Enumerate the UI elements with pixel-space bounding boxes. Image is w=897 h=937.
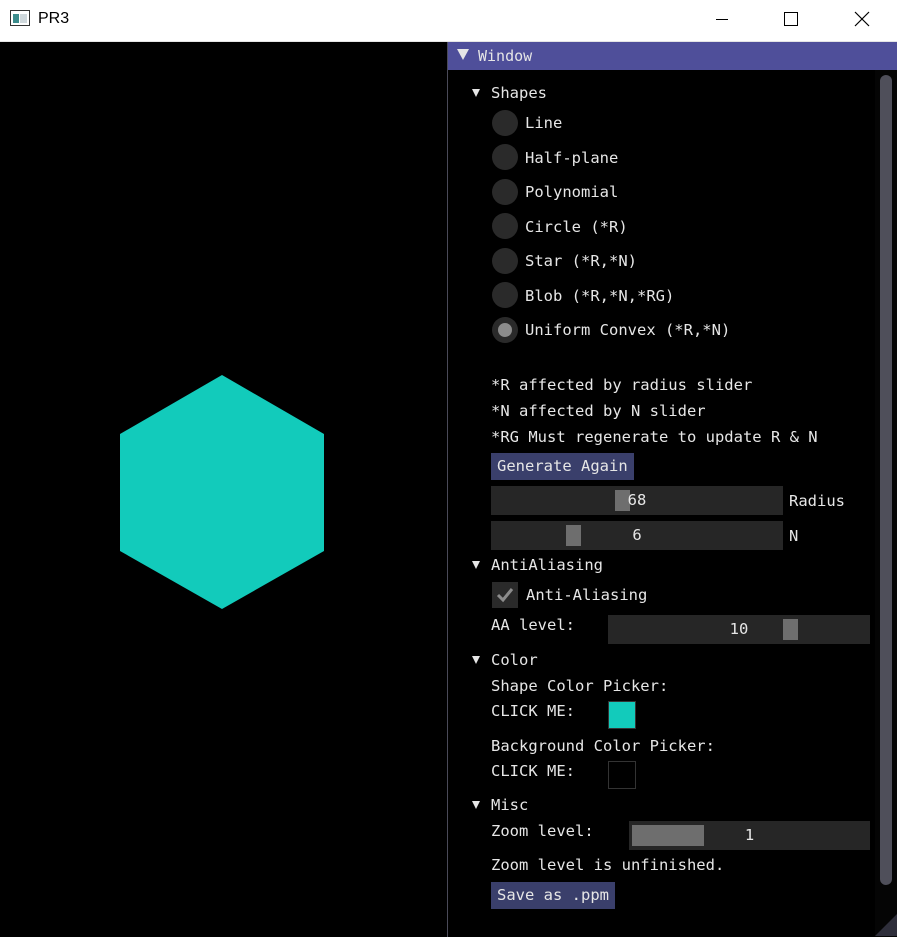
- shapes-header[interactable]: Shapes: [491, 83, 547, 103]
- n-slider-value: 6: [632, 526, 642, 544]
- aa-level-slider[interactable]: 10: [608, 615, 870, 644]
- render-viewport: [0, 42, 447, 937]
- background-color-swatch[interactable]: [608, 761, 636, 789]
- shape-color-swatch[interactable]: [608, 701, 636, 729]
- imgui-window-title-bar[interactable]: Window: [448, 42, 897, 70]
- antialiasing-checkbox-label: Anti-Aliasing: [526, 586, 648, 604]
- misc-collapse-icon[interactable]: [472, 801, 480, 809]
- radio-label-line: Line: [525, 114, 563, 132]
- generate-again-button[interactable]: Generate Again: [491, 453, 634, 480]
- radio-label-star: Star (*R,*N): [525, 252, 637, 270]
- title-bar: PR3: [0, 0, 897, 42]
- note-n: *N affected by N slider: [491, 402, 706, 420]
- imgui-window-title: Window: [478, 47, 533, 65]
- zoom-level-slider-value: 1: [744, 826, 755, 844]
- radio-label-circle: Circle (*R): [525, 218, 628, 236]
- radio-polynomial[interactable]: [492, 179, 518, 205]
- aa-level-label: AA level:: [491, 616, 575, 634]
- n-slider-label: N: [789, 527, 799, 545]
- shapes-collapse-icon[interactable]: [472, 89, 480, 97]
- note-radius: *R affected by radius slider: [491, 376, 753, 394]
- radio-label-half-plane: Half-plane: [525, 149, 619, 167]
- note-regenerate: *RG Must regenerate to update R & N: [491, 428, 818, 446]
- radio-circle[interactable]: [492, 213, 518, 239]
- antialiasing-collapse-icon[interactable]: [472, 561, 480, 569]
- color-header[interactable]: Color: [491, 650, 538, 670]
- scrollbar[interactable]: [875, 70, 897, 937]
- misc-header[interactable]: Misc: [491, 795, 528, 815]
- antialiasing-checkbox[interactable]: [492, 582, 518, 608]
- zoom-level-slider[interactable]: 1: [629, 821, 870, 850]
- radio-line[interactable]: [492, 110, 518, 136]
- collapse-arrow-icon[interactable]: [457, 49, 469, 60]
- imgui-window: Window Shapes Line Half-plane Polynomial…: [447, 42, 897, 937]
- background-color-click-label: CLICK ME:: [491, 762, 575, 780]
- radius-slider-label: Radius: [789, 492, 845, 510]
- hexagon-shape: [120, 375, 324, 609]
- antialiasing-header[interactable]: AntiAliasing: [491, 555, 603, 575]
- n-slider[interactable]: 6: [491, 521, 783, 550]
- color-collapse-icon[interactable]: [472, 656, 480, 664]
- scrollbar-thumb[interactable]: [880, 75, 892, 885]
- radius-slider-value: 68: [627, 491, 647, 509]
- radio-uniform-convex[interactable]: [492, 317, 518, 343]
- radio-blob[interactable]: [492, 282, 518, 308]
- app-icon: [10, 10, 30, 26]
- radio-label-uniform-convex: Uniform Convex (*R,*N): [525, 321, 731, 339]
- zoom-unfinished-note: Zoom level is unfinished.: [491, 856, 725, 874]
- shape-color-click-label: CLICK ME:: [491, 702, 575, 720]
- minimize-icon: [716, 18, 728, 20]
- resize-grip-icon[interactable]: [875, 914, 897, 936]
- radius-slider[interactable]: 68: [491, 486, 783, 515]
- shape-color-picker-label: Shape Color Picker:: [491, 677, 669, 695]
- close-button[interactable]: [839, 0, 885, 38]
- aa-level-slider-value: 10: [729, 620, 749, 638]
- close-icon: [854, 11, 870, 27]
- checkmark-icon: [496, 588, 514, 603]
- radio-label-blob: Blob (*R,*N,*RG): [525, 287, 675, 305]
- radio-label-polynomial: Polynomial: [525, 183, 619, 201]
- maximize-button[interactable]: [768, 0, 814, 38]
- radio-half-plane[interactable]: [492, 144, 518, 170]
- render-canvas: [120, 375, 324, 609]
- background-color-picker-label: Background Color Picker:: [491, 737, 715, 755]
- minimize-button[interactable]: [699, 0, 745, 38]
- save-ppm-button[interactable]: Save as .ppm: [491, 882, 615, 909]
- window-title: PR3: [38, 10, 70, 27]
- zoom-level-label: Zoom level:: [491, 822, 594, 840]
- radio-star[interactable]: [492, 248, 518, 274]
- maximize-icon: [784, 12, 798, 26]
